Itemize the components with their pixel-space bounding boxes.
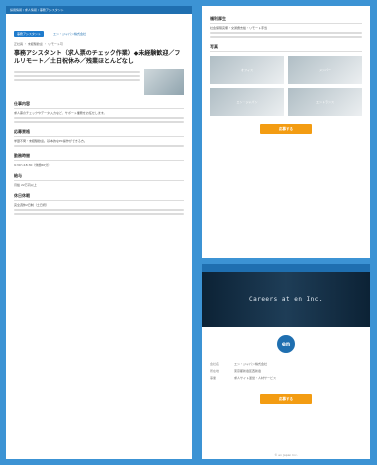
careers-hero: Careers at en Inc. — [202, 272, 370, 327]
text-line — [14, 75, 140, 77]
job-category-pill[interactable]: 事務アシスタント — [14, 31, 44, 37]
section-text: 完全週休2日制（土日祝） — [14, 203, 49, 207]
photo-office: オフィス — [210, 56, 284, 84]
section-text: 学歴不問・未経験歓迎。基本的なPC操作ができる方。 — [14, 139, 87, 143]
company-page-panel: Careers at en Inc. en 会社名 エン・ジャパン株式会社 所在… — [202, 264, 370, 459]
section-text: 9:30〜18:30（休憩60分） — [14, 163, 52, 167]
company-info: 会社名 エン・ジャパン株式会社 所在地 東京都新宿区西新宿 事業 求人サイト運営… — [202, 353, 370, 386]
info-key: 会社名 — [210, 362, 220, 366]
job-tags: 正社員 ・ 未経験歓迎 ・ リモート可 — [14, 42, 63, 46]
text-line — [14, 79, 140, 81]
section-heading: 写真 — [210, 44, 362, 52]
company-name: エン・ジャパン株式会社 — [52, 32, 86, 36]
info-value: 求人サイト運営・人材サービス — [234, 376, 277, 380]
photo-grid: オフィス メンバー エン・ジャパン エントランス — [210, 56, 362, 116]
info-row: 会社名 エン・ジャパン株式会社 — [210, 362, 362, 366]
info-key: 事業 — [210, 376, 217, 380]
job-title: 事務アシスタント（求人票のチェック作業）◆未経験歓迎／フルリモート／土日祝休み／… — [14, 50, 181, 65]
section-text: 社会保険完備・交通費支給・リモート手当 — [210, 26, 268, 30]
breadcrumb: 採用情報 / 求人情報 / 事務アシスタント — [6, 6, 192, 14]
text-line — [210, 36, 362, 38]
text-line — [14, 117, 184, 119]
text-line — [14, 145, 184, 147]
photo-sign: エン・ジャパン — [210, 88, 284, 116]
section-heading: 応募資格 — [14, 129, 184, 137]
text-line — [14, 209, 184, 211]
apply-button[interactable]: 応募する — [260, 394, 312, 404]
section-heading: 勤務時間 — [14, 153, 184, 161]
section-heading: 福利厚生 — [210, 16, 362, 24]
section-text: 求人票のチェックやデータ入力など、サポート業務をお任せします。 — [14, 111, 107, 115]
section-text: 月給 22万円以上 — [14, 183, 37, 187]
photo-entrance: エントランス — [288, 88, 362, 116]
footer-copyright: © en Japan Inc. — [274, 453, 298, 457]
text-line — [210, 32, 362, 34]
section-heading: 給与 — [14, 173, 184, 181]
site-header — [202, 264, 370, 272]
info-key: 所在地 — [210, 369, 220, 373]
job-detail-panel: 採用情報 / 求人情報 / 事務アシスタント 事務アシスタント エン・ジャパン株… — [6, 6, 192, 459]
section-heading: 休日休暇 — [14, 193, 184, 201]
info-row: 事業 求人サイト運営・人材サービス — [210, 376, 362, 380]
info-value: エン・ジャパン株式会社 — [234, 362, 268, 366]
apply-button[interactable]: 応募する — [260, 124, 312, 134]
text-line — [14, 213, 184, 215]
job-detail-panel-continued: 福利厚生 社会保険完備・交通費支給・リモート手当 写真 オフィス メンバー エン… — [202, 6, 370, 258]
job-photo — [144, 69, 184, 95]
section-heading: 仕事内容 — [14, 101, 184, 109]
job-intro-row — [14, 69, 184, 95]
text-line — [14, 121, 184, 123]
company-logo-icon: en — [277, 335, 295, 353]
text-line — [14, 71, 140, 73]
info-row: 所在地 東京都新宿区西新宿 — [210, 369, 362, 373]
photo-members: メンバー — [288, 56, 362, 84]
info-value: 東京都新宿区西新宿 — [234, 369, 262, 373]
